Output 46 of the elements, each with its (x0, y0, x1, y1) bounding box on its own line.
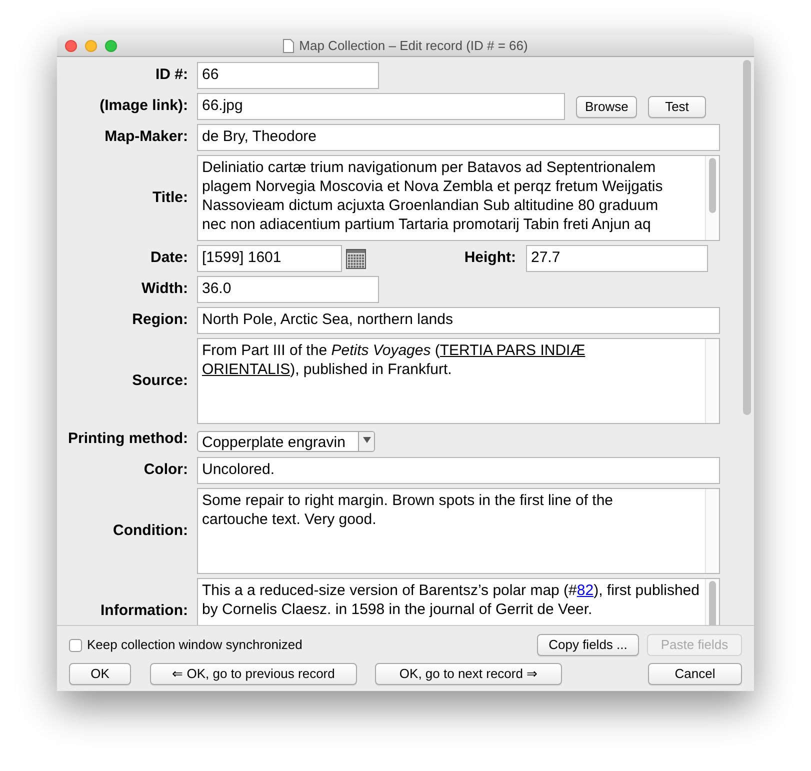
scrollbar[interactable] (705, 489, 719, 573)
record-link[interactable]: 82 (576, 582, 594, 599)
test-button[interactable]: Test (648, 96, 706, 118)
field-label: Height: (464, 248, 516, 268)
text-area[interactable]: Deliniatio cartæ trium navigationum per Batavos ad Septentrionalem plagem Norvegia Moscovia et Nova Zembla et perqz fretum Weijgatis Nassovieam dictum acjuxta Groenlandian Sub altitudine 80 graduum nec non adiacentium partium Tartaria promotarij Tabin freti Anjun aq (197, 155, 720, 241)
scrollbar[interactable] (705, 156, 719, 240)
dropdown[interactable]: Copperplate engravin (197, 431, 375, 452)
text-field[interactable]: 66.jpg (197, 93, 565, 120)
window-title: Map Collection – Edit record (ID # = 66) (299, 36, 528, 55)
next-record-button[interactable]: OK, go to next record ⇒ (375, 662, 562, 685)
text-area[interactable]: This a a reduced-size version of Barentsz’s polar map (#82), first published by Cornelis Claesz. in 1598 in the journal of Gerrit de Veer. (197, 578, 720, 625)
text-field[interactable]: 36.0 (197, 276, 379, 303)
field-label: Source: (132, 370, 188, 391)
field-label: Condition: (113, 520, 188, 541)
field-label: Color: (144, 460, 188, 480)
text-field[interactable]: [1599] 1601 (197, 245, 342, 272)
calendar-icon[interactable] (346, 248, 366, 268)
sync-checkbox[interactable]: Keep collection window synchronized (69, 635, 302, 655)
field-label: (Image link): (100, 96, 188, 116)
zoom-button[interactable] (105, 40, 117, 52)
minimize-button[interactable] (85, 40, 97, 52)
dropdown-arrow-icon (362, 437, 370, 443)
field-label: ID #: (155, 65, 188, 86)
field-label: Map-Maker: (104, 127, 188, 148)
copy-fields-button[interactable]: Copy fields ... (537, 634, 639, 656)
ok-button[interactable]: OK (69, 662, 131, 685)
text-field[interactable]: de Bry, Theodore (197, 124, 720, 151)
text-field[interactable]: North Pole, Arctic Sea, northern lands (197, 307, 720, 334)
text-area[interactable]: Some repair to right margin. Brown spots in the first line of the cartouche text. Very good. (197, 488, 720, 574)
scrollbar[interactable] (705, 339, 719, 423)
scrollbar[interactable] (705, 579, 719, 625)
field-label: Region: (132, 310, 188, 330)
previous-record-button[interactable]: ⇐ OK, go to previous record (150, 662, 357, 685)
cancel-button[interactable]: Cancel (648, 662, 742, 685)
text-area[interactable]: From Part III of the Petits Voyages (TERTIA PARS INDIÆ ORIENTALIS), published in Frankfurt. (197, 338, 720, 424)
browse-button[interactable]: Browse (576, 96, 637, 118)
close-button[interactable] (65, 40, 77, 52)
field-label: Title: (152, 188, 188, 208)
field-label: Width: (141, 279, 188, 300)
text-field[interactable]: Uncolored. (197, 457, 720, 484)
text-field[interactable]: 66 (197, 62, 379, 89)
field-label: Printing method: (68, 429, 188, 450)
text-field[interactable]: 27.7 (526, 245, 708, 272)
document-icon (283, 38, 294, 52)
field-label: Date: (150, 248, 188, 268)
field-label: Information: (100, 600, 188, 621)
